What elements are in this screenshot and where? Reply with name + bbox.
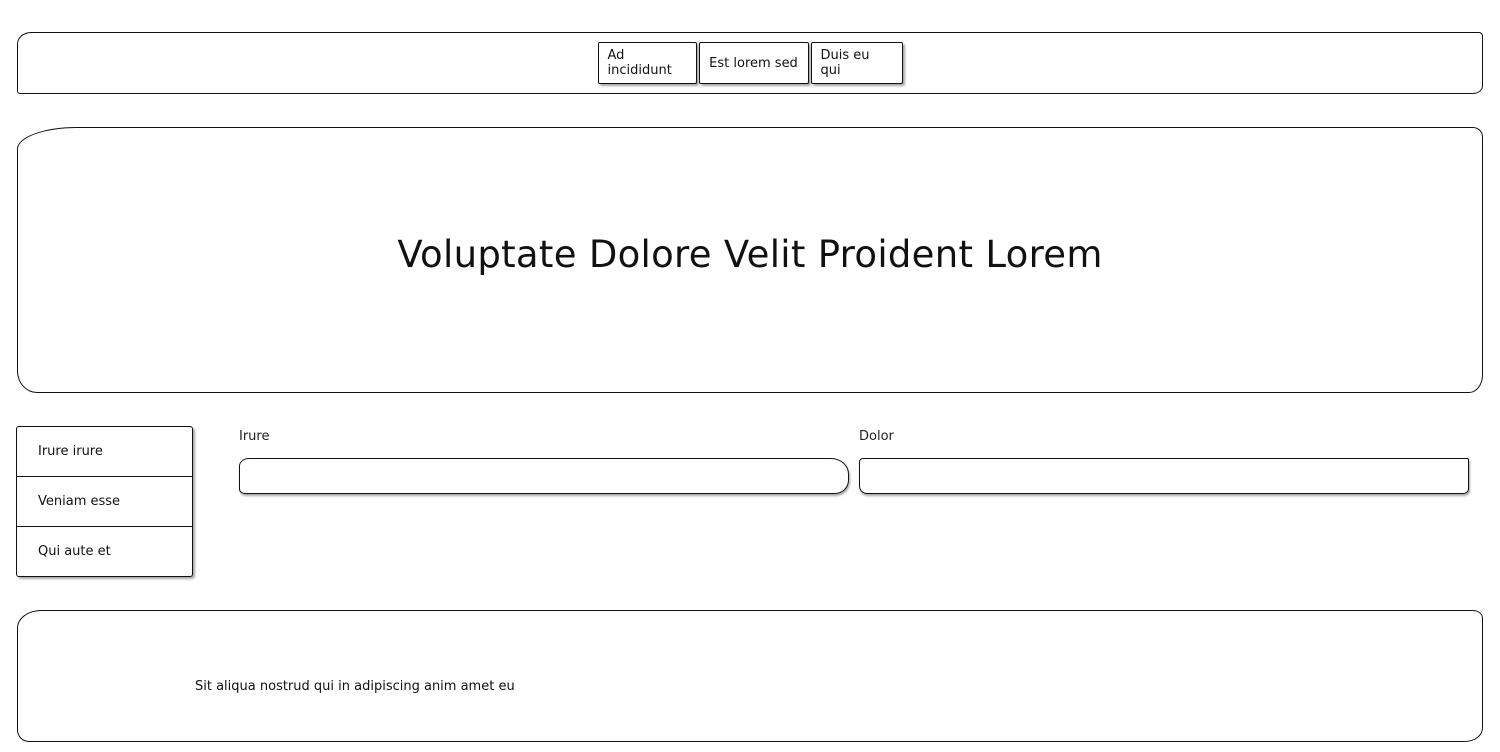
irure-field-label: Irure <box>239 429 270 444</box>
side-menu: Irure irure Veniam esse Qui aute et <box>16 426 193 577</box>
footer: Sit aliqua nostrud qui in adipiscing ani… <box>17 610 1483 742</box>
side-menu-item-irure-irure[interactable]: Irure irure <box>17 427 192 477</box>
nav-button-group: Ad incididunt Est lorem sed Duis eu qui <box>597 42 903 84</box>
dolor-field-label: Dolor <box>859 429 894 444</box>
page: Ad incididunt Est lorem sed Duis eu qui … <box>0 0 1500 752</box>
nav-button-ad-incididunt[interactable]: Ad incididunt <box>597 42 697 84</box>
side-menu-item-qui-aute-et[interactable]: Qui aute et <box>17 527 192 576</box>
nav-button-est-lorem-sed[interactable]: Est lorem sed <box>698 42 809 84</box>
hero-title: Voluptate Dolore Velit Proident Lorem <box>397 232 1103 276</box>
footer-text: Sit aliqua nostrud qui in adipiscing ani… <box>195 679 515 694</box>
hero-banner: Voluptate Dolore Velit Proident Lorem <box>17 127 1483 393</box>
side-menu-item-veniam-esse[interactable]: Veniam esse <box>17 477 192 527</box>
dolor-input[interactable] <box>859 458 1469 494</box>
irure-input[interactable] <box>239 458 849 494</box>
top-nav-bar: Ad incididunt Est lorem sed Duis eu qui <box>17 32 1483 94</box>
nav-button-duis-eu-qui[interactable]: Duis eu qui <box>810 42 903 84</box>
